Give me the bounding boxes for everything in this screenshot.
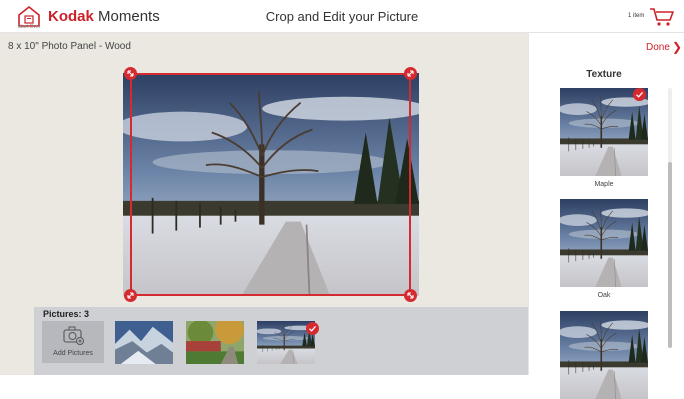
cart-icon [650, 8, 674, 26]
texture-option-third[interactable] [560, 311, 648, 399]
page-title: Crop and Edit your Picture [265, 9, 419, 24]
picture-thumbnail[interactable] [186, 321, 244, 364]
texture-label: Oak [597, 292, 611, 299]
brand-logo[interactable]: Kodak Moments [48, 8, 160, 25]
resize-diagonal-icon [407, 70, 414, 77]
texture-preview-image [560, 88, 648, 176]
add-pictures-label: Add Pictures [53, 350, 93, 357]
crop-frame[interactable] [130, 73, 411, 296]
cart-button[interactable] [649, 7, 675, 27]
brand-kodak-text: Kodak [48, 8, 94, 25]
product-name: 8 x 10" Photo Panel - Wood [8, 41, 131, 52]
texture-selected-badge [633, 88, 646, 101]
texture-preview-image [560, 311, 648, 399]
camera-add-icon [63, 326, 84, 345]
chevron-right-icon[interactable]: ❯ [672, 40, 682, 54]
pictures-count-label: Pictures: 3 [43, 309, 90, 319]
texture-label: Maple [594, 181, 614, 188]
start-over-label: Start Over [17, 24, 41, 30]
thumbnail-image [115, 321, 173, 364]
texture-scrollbar-thumb[interactable] [668, 162, 672, 348]
resize-diagonal-icon [407, 292, 414, 299]
crop-handle-bottom-left[interactable] [124, 289, 137, 302]
crop-handle-top-right[interactable] [404, 67, 417, 80]
texture-heading: Texture [586, 69, 622, 80]
thumbnail-image [186, 321, 244, 364]
picture-thumbnail[interactable] [115, 321, 173, 364]
crop-handle-bottom-right[interactable] [404, 289, 417, 302]
texture-preview-image [560, 199, 648, 287]
resize-diagonal-icon [127, 70, 134, 77]
resize-diagonal-icon [127, 292, 134, 299]
brand-moments-text: Moments [98, 8, 160, 25]
texture-option-oak[interactable]: Oak [560, 199, 648, 299]
check-icon [636, 91, 643, 98]
cart-count: 1 item [628, 13, 645, 19]
done-button[interactable]: Done [646, 42, 670, 53]
check-icon [309, 325, 316, 332]
selected-check-badge [306, 322, 319, 335]
crop-handle-top-left[interactable] [124, 67, 137, 80]
texture-option-maple[interactable]: Maple [560, 88, 648, 188]
